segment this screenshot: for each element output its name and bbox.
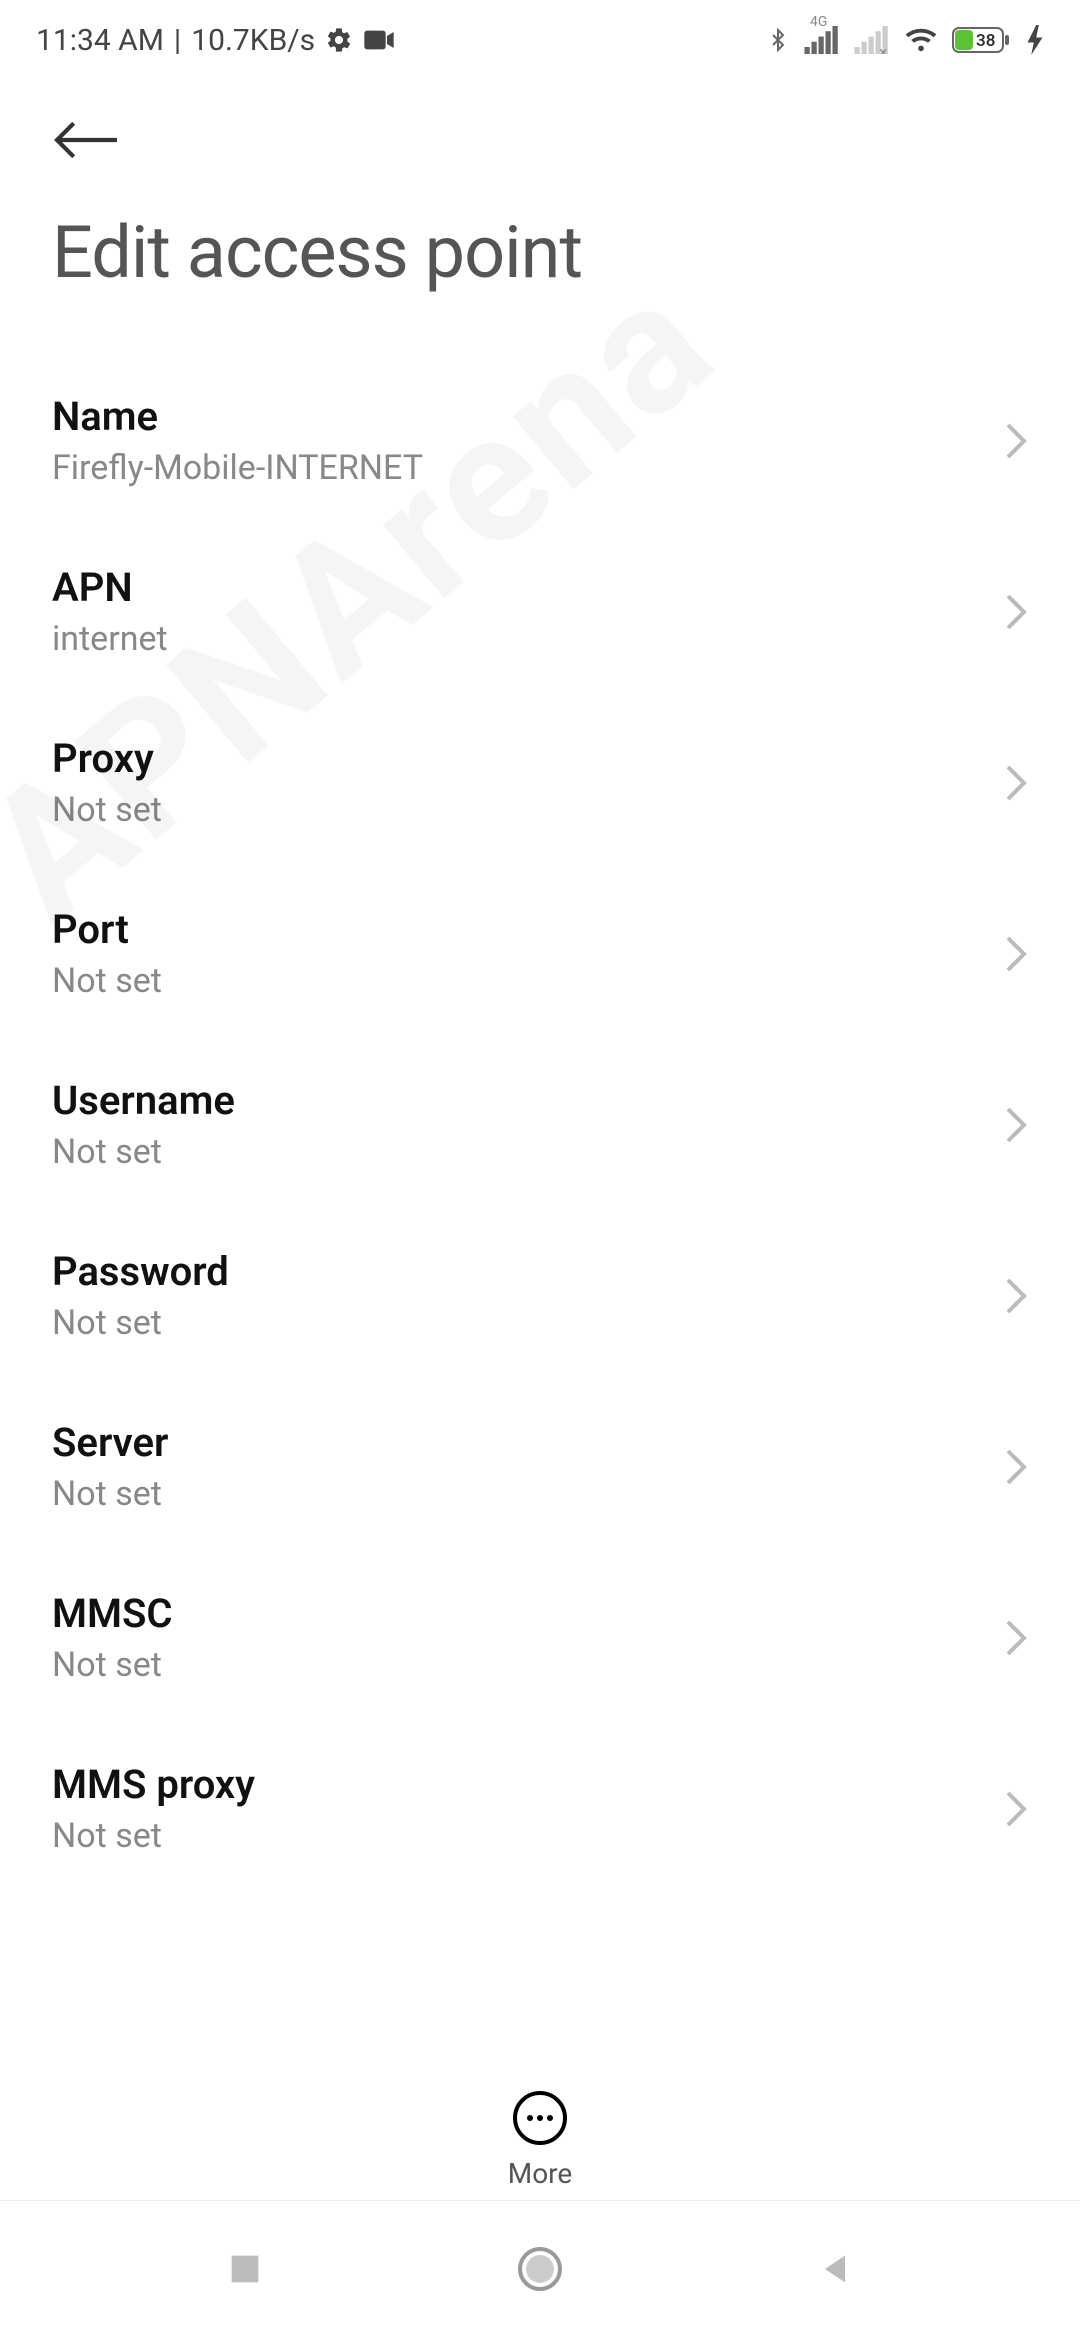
- row-label: Port: [52, 906, 162, 953]
- battery-icon: 38: [952, 25, 1012, 55]
- row-label: Password: [52, 1248, 229, 1295]
- row-username[interactable]: Username Not set: [0, 1039, 1080, 1210]
- row-value: internet: [52, 619, 168, 659]
- chevron-right-icon: [1004, 421, 1028, 461]
- row-value: Not set: [52, 1474, 168, 1514]
- row-mmsc[interactable]: MMSC Not set: [0, 1552, 1080, 1723]
- camera-icon: [363, 28, 395, 52]
- nav-home-button[interactable]: [516, 2245, 564, 2297]
- more-menu-button[interactable]: More: [0, 2091, 1080, 2190]
- chevron-right-icon: [1004, 934, 1028, 974]
- content-fade: [0, 1970, 1080, 2050]
- system-nav-bar: [0, 2200, 1080, 2340]
- row-value: Not set: [52, 961, 162, 1001]
- row-label: Username: [52, 1077, 235, 1124]
- status-speed: 10.7KB/s: [191, 23, 315, 58]
- row-password[interactable]: Password Not set: [0, 1210, 1080, 1381]
- row-label: Proxy: [52, 735, 162, 782]
- chevron-right-icon: [1004, 1276, 1028, 1316]
- row-value: Not set: [52, 1645, 173, 1685]
- nav-recent-button[interactable]: [225, 2249, 265, 2293]
- chevron-right-icon: [1004, 592, 1028, 632]
- signal-4g-icon: 4G: [804, 26, 840, 54]
- status-right: 4G × 38: [766, 24, 1044, 56]
- row-port[interactable]: Port Not set: [0, 868, 1080, 1039]
- charging-icon: [1026, 25, 1044, 55]
- row-value: Not set: [52, 790, 162, 830]
- chevron-right-icon: [1004, 1105, 1028, 1145]
- status-left: 11:34 AM | 10.7KB/s: [36, 23, 395, 58]
- row-value: Firefly-Mobile-INTERNET: [52, 448, 423, 488]
- svg-text:38: 38: [976, 31, 995, 51]
- more-horizontal-icon: [513, 2091, 567, 2145]
- wifi-icon: [904, 26, 938, 54]
- chevron-right-icon: [1004, 1447, 1028, 1487]
- bluetooth-icon: [766, 24, 790, 56]
- signal-no-sim-icon: ×: [854, 26, 890, 54]
- status-time: 11:34 AM: [36, 23, 164, 58]
- chevron-right-icon: [1004, 1789, 1028, 1829]
- settings-list: Name Firefly-Mobile-INTERNET APN interne…: [0, 355, 1080, 1894]
- more-label: More: [508, 2157, 573, 2190]
- back-button[interactable]: [52, 110, 132, 170]
- row-mms-proxy[interactable]: MMS proxy Not set: [0, 1723, 1080, 1894]
- page-title: Edit access point: [0, 200, 1080, 355]
- arrow-left-icon: [52, 120, 122, 160]
- row-name[interactable]: Name Firefly-Mobile-INTERNET: [0, 355, 1080, 526]
- gear-icon: [325, 26, 353, 54]
- status-divider: |: [174, 23, 181, 58]
- nav-back-button[interactable]: [815, 2249, 855, 2293]
- row-value: Not set: [52, 1303, 229, 1343]
- row-apn[interactable]: APN internet: [0, 526, 1080, 697]
- row-value: Not set: [52, 1816, 255, 1856]
- header-row: [0, 80, 1080, 200]
- status-bar: 11:34 AM | 10.7KB/s 4G × 38: [0, 0, 1080, 80]
- row-value: Not set: [52, 1132, 235, 1172]
- row-server[interactable]: Server Not set: [0, 1381, 1080, 1552]
- chevron-right-icon: [1004, 1618, 1028, 1658]
- row-label: MMS proxy: [52, 1761, 255, 1808]
- svg-text:×: ×: [879, 43, 887, 55]
- row-label: APN: [52, 564, 168, 611]
- row-label: Server: [52, 1419, 168, 1466]
- chevron-right-icon: [1004, 763, 1028, 803]
- row-label: Name: [52, 393, 423, 440]
- row-label: MMSC: [52, 1590, 173, 1637]
- row-proxy[interactable]: Proxy Not set: [0, 697, 1080, 868]
